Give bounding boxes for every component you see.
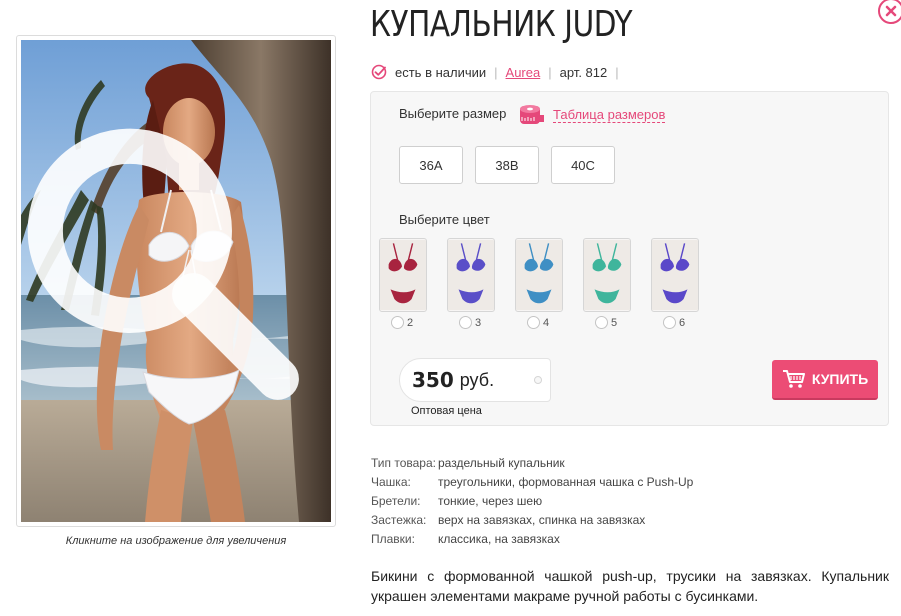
color-label: Выберите цвет: [399, 212, 490, 227]
meta-separator: |: [494, 64, 498, 80]
spec-value: верх на завязках, спинка на завязках: [438, 512, 646, 527]
spec-value: треугольники, формованная чашка с Push-U…: [438, 474, 694, 489]
swatch-bikini-illustration: [380, 239, 426, 311]
color-number: 3: [475, 316, 482, 329]
swatch-image[interactable]: [515, 238, 563, 312]
measuring-tape-icon: [520, 105, 544, 124]
product-image-frame: [16, 35, 336, 527]
size-option-38b[interactable]: 38B: [475, 146, 539, 184]
spec-key: Застежка:: [371, 512, 427, 527]
spec-key: Тип товара:: [371, 455, 436, 470]
size-option-36a[interactable]: 36A: [399, 146, 463, 184]
radio-circle[interactable]: [663, 316, 676, 329]
spec-key: Чашка:: [371, 474, 411, 489]
options-panel: Выберите размер Таблица размеров 36A 38B…: [370, 91, 889, 426]
spec-value: раздельный купальник: [438, 455, 565, 470]
spec-value: тонкие, через шею: [438, 493, 543, 508]
color-swatch[interactable]: 4: [515, 238, 563, 329]
spec-key: Бретели:: [371, 493, 421, 508]
buy-button-label: КУПИТЬ: [811, 371, 869, 387]
color-radio[interactable]: 3: [459, 316, 481, 329]
swatch-bikini-illustration: [516, 239, 562, 311]
article-number: арт. 812: [559, 64, 608, 80]
color-radio[interactable]: 2: [391, 316, 413, 329]
price-amount: 350: [412, 368, 454, 392]
product-specs: Тип товара: раздельный купальник Чашка: …: [371, 453, 693, 548]
color-swatch[interactable]: 5: [583, 238, 631, 329]
swatch-bikini-illustration: [448, 239, 494, 311]
price-tag-hole: [534, 376, 542, 384]
brand-link[interactable]: Aurea: [506, 65, 541, 80]
spec-row: Бретели: тонкие, через шею: [371, 491, 693, 510]
color-radio[interactable]: 6: [663, 316, 685, 329]
price-tag: 350 руб.: [399, 358, 551, 402]
swatch-bikini-illustration: [652, 239, 698, 311]
color-number: 4: [543, 316, 550, 329]
size-option-40c[interactable]: 40C: [551, 146, 615, 184]
spec-row: Плавки: классика, на завязках: [371, 529, 693, 548]
color-number: 6: [679, 316, 686, 329]
meta-separator: |: [548, 64, 552, 80]
color-swatch[interactable]: 6: [651, 238, 699, 329]
color-swatch[interactable]: 3: [447, 238, 495, 329]
close-icon: [885, 5, 897, 17]
magnifier-icon[interactable]: [21, 40, 313, 500]
spec-value: классика, на завязках: [438, 531, 560, 546]
size-label: Выберите размер: [399, 106, 507, 121]
product-meta: есть в наличии | Aurea | арт. 812 |: [371, 62, 627, 82]
price-note: Оптовая цена: [411, 405, 482, 417]
swatch-image[interactable]: [447, 238, 495, 312]
availability-status: есть в наличии: [395, 64, 487, 80]
swatch-image[interactable]: [379, 238, 427, 312]
swatch-image[interactable]: [583, 238, 631, 312]
meta-separator: |: [615, 64, 619, 80]
cart-icon: [782, 370, 805, 388]
radio-circle[interactable]: [459, 316, 472, 329]
radio-circle[interactable]: [391, 316, 404, 329]
swatch-bikini-illustration: [584, 239, 630, 311]
spec-row: Чашка: треугольники, формованная чашка с…: [371, 472, 693, 491]
product-description: Бикини с формованной чашкой push-up, тру…: [371, 568, 889, 604]
color-swatch[interactable]: 2: [379, 238, 427, 329]
check-circle-icon: [371, 64, 387, 80]
size-chart-label: Таблица размеров: [553, 107, 666, 123]
color-radio[interactable]: 5: [595, 316, 617, 329]
image-caption: Кликните на изображение для увеличения: [65, 535, 287, 547]
close-button[interactable]: [878, 0, 901, 24]
color-radio[interactable]: 4: [527, 316, 549, 329]
product-image[interactable]: [21, 40, 331, 522]
swatch-image[interactable]: [651, 238, 699, 312]
spec-row: Застежка: верх на завязках, спинка на за…: [371, 510, 693, 529]
price-currency: руб.: [459, 369, 495, 390]
color-number: 2: [407, 316, 414, 329]
buy-button[interactable]: КУПИТЬ: [772, 360, 878, 400]
spec-row: Тип товара: раздельный купальник: [371, 453, 693, 472]
size-chart-link[interactable]: Таблица размеров: [517, 101, 666, 129]
color-number: 5: [611, 316, 618, 329]
spec-key: Плавки:: [371, 531, 415, 546]
product-title: КУПАЛЬНИК JUDY: [370, 4, 633, 45]
radio-circle[interactable]: [527, 316, 540, 329]
radio-circle[interactable]: [595, 316, 608, 329]
